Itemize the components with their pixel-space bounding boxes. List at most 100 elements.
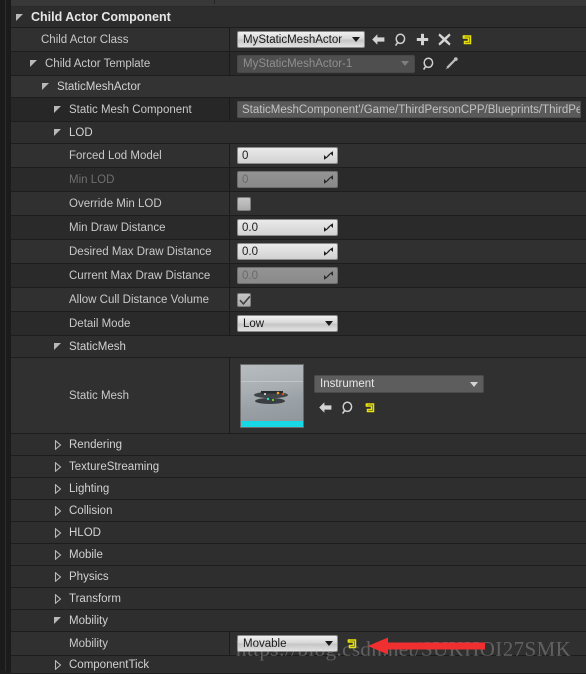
- row-value-container: MyStaticMeshActor: [230, 28, 586, 51]
- row-label-container: Detail Mode: [11, 312, 230, 335]
- min-draw-distance-input[interactable]: 0.0: [237, 219, 338, 236]
- row-child-actor-class: Child Actor Class MyStaticMeshActor: [11, 28, 586, 52]
- desired-max-draw-distance-input[interactable]: 0.0: [237, 243, 338, 260]
- thumbnail-type-strip: [241, 420, 303, 427]
- row-value-container: StaticMeshComponent'/Game/ThirdPersonCPP…: [230, 98, 586, 121]
- eyedropper-icon[interactable]: [442, 55, 459, 72]
- collapsed-category-label: Physics: [69, 570, 109, 583]
- mobility-dropdown[interactable]: Movable: [237, 635, 338, 652]
- chevron-down-icon[interactable]: [53, 104, 64, 115]
- group-header-mobile[interactable]: Mobile: [11, 544, 586, 566]
- row-static-mesh: Static Mesh Instrument: [11, 358, 586, 434]
- group-header-lighting[interactable]: Lighting: [11, 478, 586, 500]
- checkmark-icon: [239, 294, 251, 306]
- spinner-arrows-icon[interactable]: [323, 222, 334, 233]
- row-static-mesh-component: Static Mesh Component StaticMeshComponen…: [11, 98, 586, 122]
- group-header-mobility[interactable]: Mobility: [11, 610, 586, 632]
- browse-magnifier-icon[interactable]: [392, 31, 409, 48]
- back-arrow-icon[interactable]: [370, 31, 387, 48]
- back-arrow-icon[interactable]: [317, 399, 334, 416]
- group-header-physics[interactable]: Physics: [11, 566, 586, 588]
- row-value-container: [230, 192, 586, 215]
- child-actor-template-dropdown[interactable]: MyStaticMeshActor-1: [237, 54, 415, 73]
- component-tick-label: ComponentTick: [69, 658, 150, 671]
- collapsed-category-label: HLOD: [69, 526, 101, 539]
- override-min-lod-checkbox[interactable]: [237, 196, 251, 211]
- row-value-container: Low: [230, 312, 586, 335]
- gutter-divider: [5, 0, 6, 671]
- chevron-down-icon[interactable]: [53, 615, 64, 626]
- chevron-right-icon[interactable]: [53, 439, 64, 450]
- row-min-lod: Min LOD 0: [11, 168, 586, 192]
- group-header-lod[interactable]: LOD: [11, 122, 586, 144]
- browse-magnifier-icon[interactable]: [339, 399, 356, 416]
- group-header-rendering[interactable]: Rendering: [11, 434, 586, 456]
- spinner-arrows-icon: [323, 270, 334, 281]
- row-child-actor-template: Child Actor Template MyStaticMeshActor-1: [11, 52, 586, 76]
- collapsed-category-label: TextureStreaming: [69, 460, 160, 473]
- static-mesh-controls: Instrument: [314, 375, 484, 416]
- detail-mode-label: Detail Mode: [69, 317, 131, 330]
- chevron-right-icon[interactable]: [53, 505, 64, 516]
- allow-cull-distance-volume-checkbox[interactable]: [237, 292, 251, 307]
- static-mesh-component-path-field[interactable]: StaticMeshComponent'/Game/ThirdPersonCPP…: [237, 101, 581, 118]
- group-header-static-mesh-actor[interactable]: StaticMeshActor: [11, 76, 586, 98]
- spinner-arrows-icon[interactable]: [323, 246, 334, 257]
- group-header-static-mesh[interactable]: StaticMesh: [11, 336, 586, 358]
- static-mesh-icon-row: [312, 399, 484, 416]
- top-strip-tick: [214, 0, 215, 4]
- row-label-container: Desired Max Draw Distance: [11, 240, 230, 263]
- chevron-down-icon[interactable]: [53, 341, 64, 352]
- static-mesh-actor-label: StaticMeshActor: [57, 80, 141, 93]
- collapsed-category-label: Transform: [69, 592, 121, 605]
- reset-to-default-icon[interactable]: [343, 635, 360, 652]
- group-header-collision[interactable]: Collision: [11, 500, 586, 522]
- row-label-container: Child Actor Class: [11, 28, 230, 51]
- plus-icon[interactable]: [414, 31, 431, 48]
- collapsed-category-label: Lighting: [69, 482, 110, 495]
- clear-x-icon[interactable]: [436, 31, 453, 48]
- category-header-child-actor-component[interactable]: Child Actor Component: [11, 7, 586, 28]
- chevron-down-icon: [470, 381, 478, 387]
- chevron-right-icon[interactable]: [53, 549, 64, 560]
- group-header-transform[interactable]: Transform: [11, 588, 586, 610]
- child-actor-class-dropdown[interactable]: MyStaticMeshActor: [237, 31, 365, 48]
- chevron-right-icon[interactable]: [53, 527, 64, 538]
- group-header-component-tick[interactable]: ComponentTick: [11, 656, 586, 674]
- row-label-container: Static Mesh Component: [11, 98, 230, 121]
- group-header-texturestreaming[interactable]: TextureStreaming: [11, 456, 586, 478]
- row-label-container: Child Actor Template: [11, 52, 230, 75]
- static-mesh-thumbnail[interactable]: [240, 363, 304, 428]
- current-max-draw-distance-label: Current Max Draw Distance: [69, 269, 211, 282]
- chevron-down-icon[interactable]: [15, 12, 26, 23]
- page-title: Child Actor Component: [31, 10, 171, 24]
- detail-mode-value: Low: [243, 317, 265, 330]
- chevron-right-icon[interactable]: [53, 483, 64, 494]
- reset-to-default-icon[interactable]: [361, 399, 378, 416]
- spinner-arrows-icon[interactable]: [323, 150, 334, 161]
- browse-magnifier-icon[interactable]: [420, 55, 437, 72]
- chevron-right-icon[interactable]: [53, 461, 64, 472]
- mobility-group-label: Mobility: [69, 614, 108, 627]
- static-mesh-value: Instrument: [320, 378, 375, 390]
- detail-mode-dropdown[interactable]: Low: [237, 315, 338, 332]
- forced-lod-model-value: 0: [242, 149, 249, 162]
- row-min-draw-distance: Min Draw Distance 0.0: [11, 216, 586, 240]
- reset-to-default-icon[interactable]: [458, 31, 475, 48]
- chevron-down-icon[interactable]: [41, 81, 52, 92]
- allow-cull-distance-volume-label: Allow Cull Distance Volume: [69, 293, 209, 306]
- spinner-arrows-icon: [323, 174, 334, 185]
- collapsed-category-label: Mobile: [69, 548, 103, 561]
- chevron-right-icon[interactable]: [53, 659, 64, 670]
- static-mesh-group-label: StaticMesh: [69, 340, 126, 353]
- row-label-container: Min Draw Distance: [11, 216, 230, 239]
- chevron-right-icon[interactable]: [53, 593, 64, 604]
- chevron-down-icon[interactable]: [53, 127, 64, 138]
- group-header-hlod[interactable]: HLOD: [11, 522, 586, 544]
- chevron-down-icon[interactable]: [29, 58, 40, 69]
- child-actor-class-label: Child Actor Class: [41, 33, 129, 46]
- row-value-container: [230, 288, 586, 311]
- static-mesh-asset-dropdown[interactable]: Instrument: [314, 375, 484, 393]
- forced-lod-model-input[interactable]: 0: [237, 147, 338, 164]
- chevron-right-icon[interactable]: [53, 571, 64, 582]
